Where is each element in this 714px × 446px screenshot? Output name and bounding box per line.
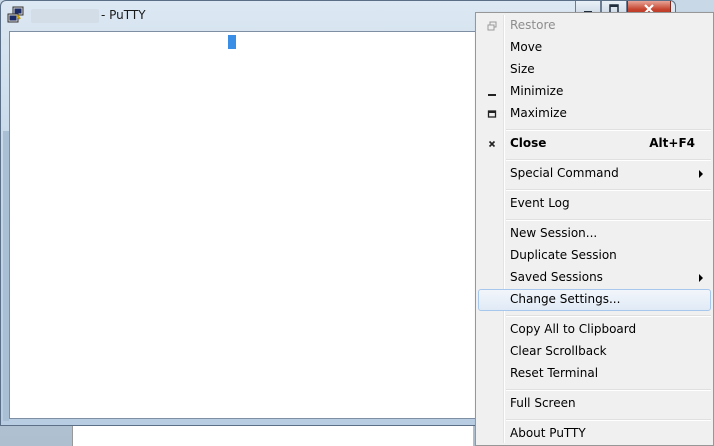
menu-separator xyxy=(506,315,711,317)
menu-separator xyxy=(506,129,711,131)
menu-label: Change Settings... xyxy=(510,292,621,306)
menu-item-duplicate-session[interactable]: Duplicate Session xyxy=(478,245,711,267)
maximize-icon xyxy=(484,107,500,121)
menu-label: Move xyxy=(510,40,543,54)
menu-label: Restore xyxy=(510,18,556,32)
menu-item-restore[interactable]: Restore xyxy=(478,15,711,37)
menu-item-event-log[interactable]: Event Log xyxy=(478,193,711,215)
terminal-area[interactable] xyxy=(9,31,477,419)
title-host-redacted xyxy=(31,9,99,23)
menu-label: Saved Sessions xyxy=(510,270,603,284)
menu-item-reset-terminal[interactable]: Reset Terminal xyxy=(478,363,711,385)
menu-item-size[interactable]: Size xyxy=(478,59,711,81)
menu-item-clear-scrollback[interactable]: Clear Scrollback xyxy=(478,341,711,363)
menu-item-new-session[interactable]: New Session... xyxy=(478,223,711,245)
menu-label: About PuTTY xyxy=(510,426,586,440)
submenu-arrow-icon xyxy=(699,274,703,282)
menu-item-saved-sessions[interactable]: Saved Sessions xyxy=(478,267,711,289)
menu-separator xyxy=(506,159,711,161)
menu-item-copy-all[interactable]: Copy All to Clipboard xyxy=(478,319,711,341)
menu-item-about[interactable]: About PuTTY xyxy=(478,423,711,445)
menu-item-full-screen[interactable]: Full Screen xyxy=(478,393,711,415)
menu-separator xyxy=(506,419,711,421)
menu-label: New Session... xyxy=(510,226,598,240)
submenu-arrow-icon xyxy=(699,170,703,178)
text-cursor xyxy=(228,35,236,49)
close-icon xyxy=(484,137,500,151)
menu-label: Duplicate Session xyxy=(510,248,617,262)
background-window xyxy=(72,424,473,446)
putty-icon[interactable] xyxy=(7,6,25,24)
menu-item-change-settings[interactable]: Change Settings... xyxy=(478,289,711,311)
menu-item-maximize[interactable]: Maximize xyxy=(478,103,711,125)
menu-separator xyxy=(506,219,711,221)
system-context-menu: Restore Move Size Minimize Maximize Clos… xyxy=(475,12,714,446)
menu-label: Size xyxy=(510,62,535,76)
menu-item-move[interactable]: Move xyxy=(478,37,711,59)
menu-label: Close xyxy=(510,136,547,150)
menu-label: Event Log xyxy=(510,196,570,210)
menu-shortcut: Alt+F4 xyxy=(649,136,695,150)
menu-separator xyxy=(506,389,711,391)
restore-icon xyxy=(484,19,500,33)
menu-item-minimize[interactable]: Minimize xyxy=(478,81,711,103)
menu-label: Reset Terminal xyxy=(510,366,599,380)
menu-label: Maximize xyxy=(510,106,567,120)
menu-label: Copy All to Clipboard xyxy=(510,322,637,336)
window-title: - PuTTY xyxy=(101,8,146,22)
menu-label: Special Command xyxy=(510,166,619,180)
menu-item-close[interactable]: Close Alt+F4 xyxy=(478,133,711,155)
menu-item-special-command[interactable]: Special Command xyxy=(478,163,711,185)
menu-label: Full Screen xyxy=(510,396,576,410)
minimize-icon xyxy=(484,85,500,99)
menu-label: Minimize xyxy=(510,84,564,98)
menu-label: Clear Scrollback xyxy=(510,344,607,358)
menu-separator xyxy=(506,189,711,191)
